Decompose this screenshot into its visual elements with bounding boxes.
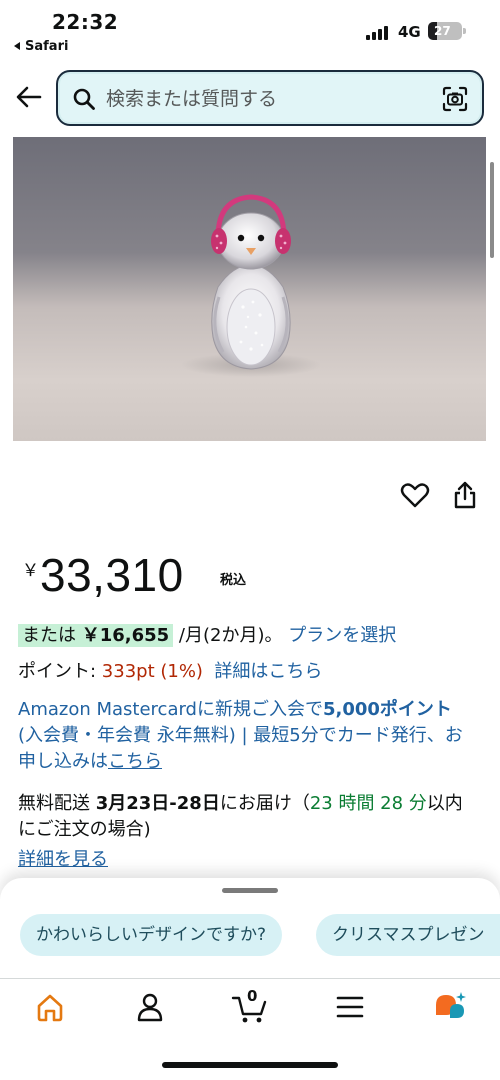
status-bar: 22:32 Safari 4G 27 — [0, 0, 500, 62]
menu-icon[interactable] — [330, 989, 370, 1025]
promo-points: 5,000ポイント — [322, 699, 452, 720]
select-plan-link[interactable]: プランを選択 — [288, 625, 396, 646]
cart-button[interactable]: 0 — [230, 987, 270, 1025]
delivery-label: 無料配送 — [18, 793, 96, 814]
promo-link[interactable]: こちら — [108, 751, 162, 772]
back-to-safari[interactable]: Safari — [14, 39, 68, 54]
points-value: 333pt (1%) — [101, 661, 203, 682]
installment-line: または ￥16,655 /月(2か月)。 プランを選択 — [18, 624, 396, 648]
network-type: 4G — [398, 23, 421, 41]
tax-label: 税込 — [220, 573, 247, 588]
installment-prefix: または — [22, 625, 82, 646]
home-indicator[interactable] — [162, 1062, 338, 1068]
mastercard-promo[interactable]: Amazon Mastercardに新規ご入会で5,000ポイント (入会費・年… — [18, 697, 480, 775]
search-input[interactable] — [106, 82, 426, 116]
heart-icon[interactable] — [399, 479, 431, 511]
currency-symbol: ￥ — [22, 561, 39, 581]
suggestion-chip[interactable]: かわいらしいデザインですか? — [20, 914, 283, 956]
back-arrow-icon[interactable] — [14, 82, 44, 112]
suggestion-sheet: かわいらしいデザインですか? クリスマスプレゼン — [0, 878, 500, 978]
penguin-figurine-image — [181, 194, 321, 377]
back-app-label: Safari — [25, 39, 69, 54]
installment-suffix: /月(2か月)。 — [173, 625, 289, 646]
sheet-grabber[interactable] — [222, 888, 278, 893]
status-time: 22:32 — [52, 10, 119, 34]
cart-count: 0 — [247, 987, 258, 1005]
delivery-countdown: 23 時間 28 分 — [309, 793, 427, 814]
share-icon[interactable] — [449, 479, 481, 511]
account-icon[interactable] — [130, 989, 170, 1025]
promo-text-2: (入会費・年会費 永年無料) | 最短5分でカード発行、お申し込みは — [18, 725, 463, 772]
rufus-assistant-icon[interactable] — [430, 989, 470, 1025]
suggestion-chip[interactable]: クリスマスプレゼン — [316, 914, 500, 956]
battery-icon: 27 — [428, 22, 462, 40]
product-image[interactable] — [13, 137, 486, 441]
delivery-detail-link[interactable]: 詳細を見る — [18, 845, 108, 871]
signal-icon — [366, 26, 390, 40]
search-icon — [73, 88, 95, 110]
promo-text-1: Amazon Mastercardに新規ご入会で — [18, 699, 323, 720]
back-triangle-icon — [14, 42, 20, 50]
delivery-dates: 3月23日-28日 — [95, 793, 220, 814]
points-line: ポイント: 333pt (1%) 詳細はこちら — [18, 660, 322, 684]
price-amount: 33,310 — [40, 549, 184, 601]
delivery-text: にお届け（ — [219, 793, 310, 814]
battery-level: 27 — [434, 24, 451, 38]
installment-amount: ￥16,655 — [81, 625, 170, 646]
home-icon[interactable] — [30, 989, 70, 1025]
camera-search-icon[interactable] — [442, 86, 468, 112]
installment-badge: または ￥16,655 — [18, 624, 174, 647]
search-bar[interactable] — [56, 70, 484, 126]
points-label: ポイント: — [18, 661, 102, 682]
points-detail-link[interactable]: 詳細はこちら — [214, 661, 322, 682]
image-scrollbar[interactable] — [490, 162, 494, 258]
battery-tip — [463, 28, 466, 34]
delivery-info: 無料配送 3月23日-28日にお届け（23 時間 28 分以内にご注文の場合) — [18, 791, 480, 843]
